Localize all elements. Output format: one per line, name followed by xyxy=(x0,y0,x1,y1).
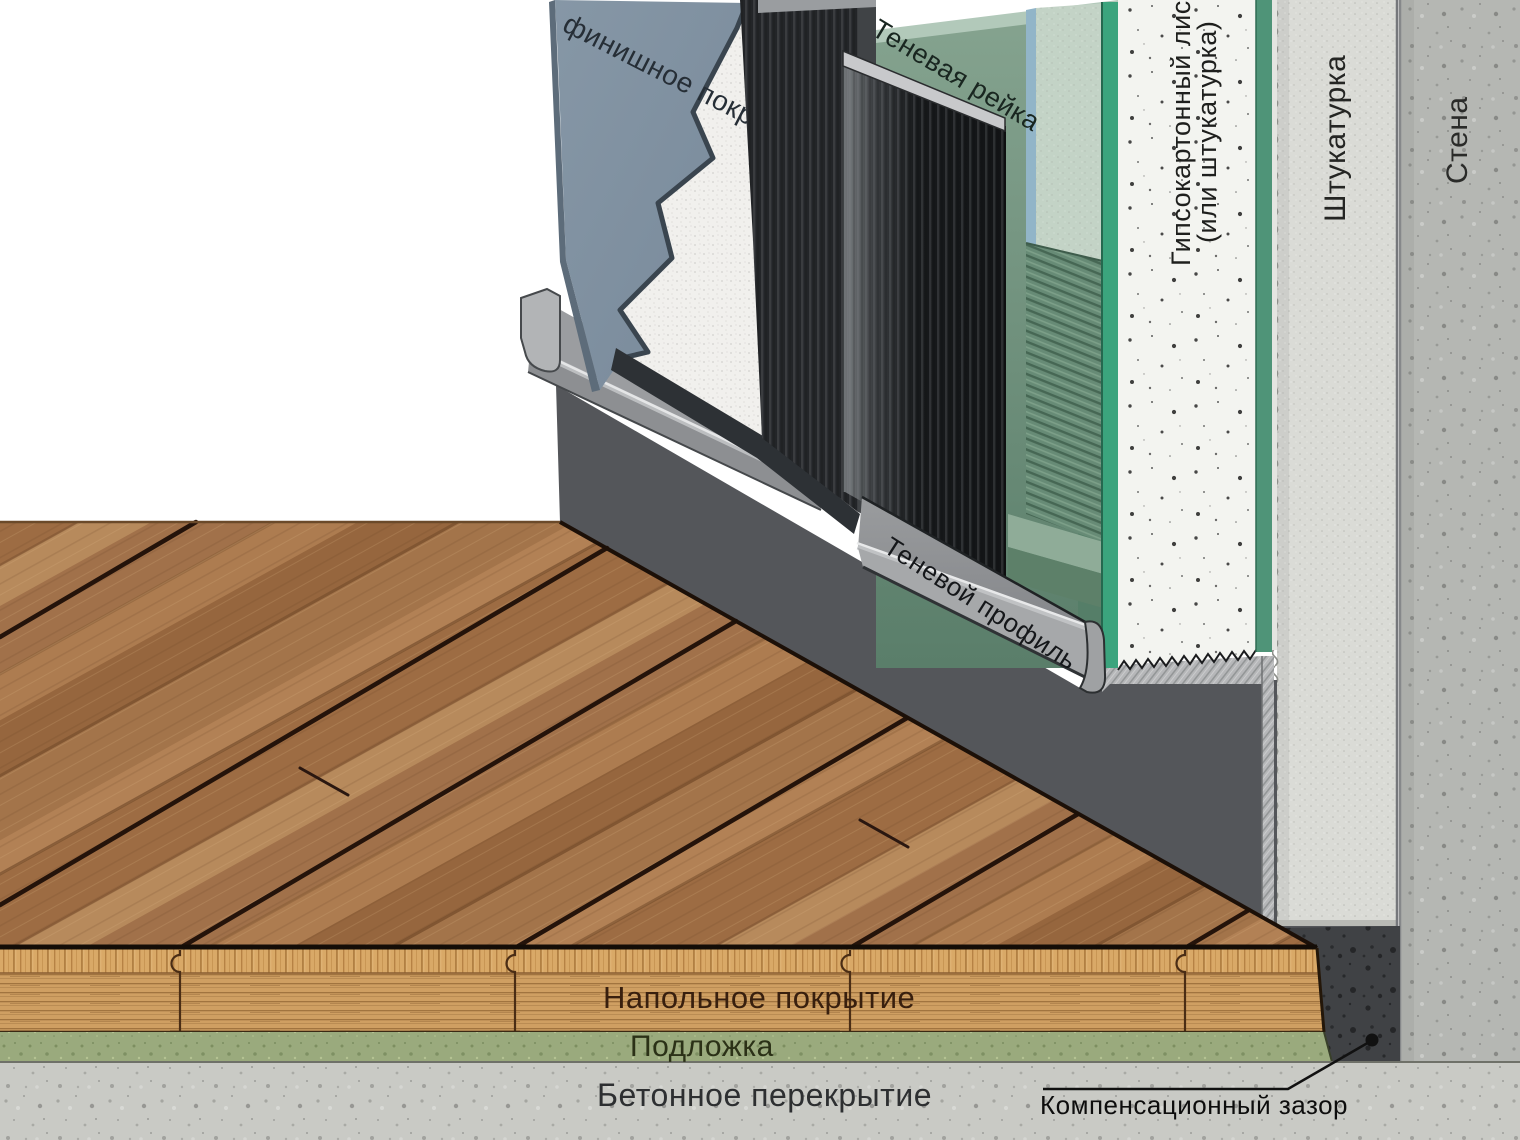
profile-end-cap xyxy=(521,289,560,372)
channel-blue-sliver xyxy=(1026,8,1036,267)
label-gypsum-line2: (или штукатурка) xyxy=(1192,21,1222,243)
label-concrete-slab: Бетонное перекрытие xyxy=(597,1077,932,1113)
label-underlay: Подложка xyxy=(630,1030,774,1063)
label-wall: Стена xyxy=(1441,96,1474,184)
label-floor-covering: Напольное покрытие xyxy=(603,980,915,1015)
stucco-layer: Штукатурка xyxy=(1272,0,1397,933)
label-expansion-gap: Компенсационный зазор xyxy=(1040,1090,1348,1120)
diagram-canvas: Стена Штукатурка xyxy=(0,0,1520,1140)
gypsum-board-layer: Гипсокартонный лист (или штукатурка) xyxy=(1102,0,1277,670)
label-stucco: Штукатурка xyxy=(1319,55,1352,222)
gypsum-edge-left xyxy=(1102,2,1118,668)
wall-layer: Стена xyxy=(1400,0,1520,1062)
floor-section: Напольное покрытие Подложка xyxy=(0,947,1520,1063)
callout-dot xyxy=(1366,1034,1379,1047)
gypsum-edge-right xyxy=(1256,0,1272,652)
diagram-page: Стена Штукатурка xyxy=(0,0,1520,1140)
